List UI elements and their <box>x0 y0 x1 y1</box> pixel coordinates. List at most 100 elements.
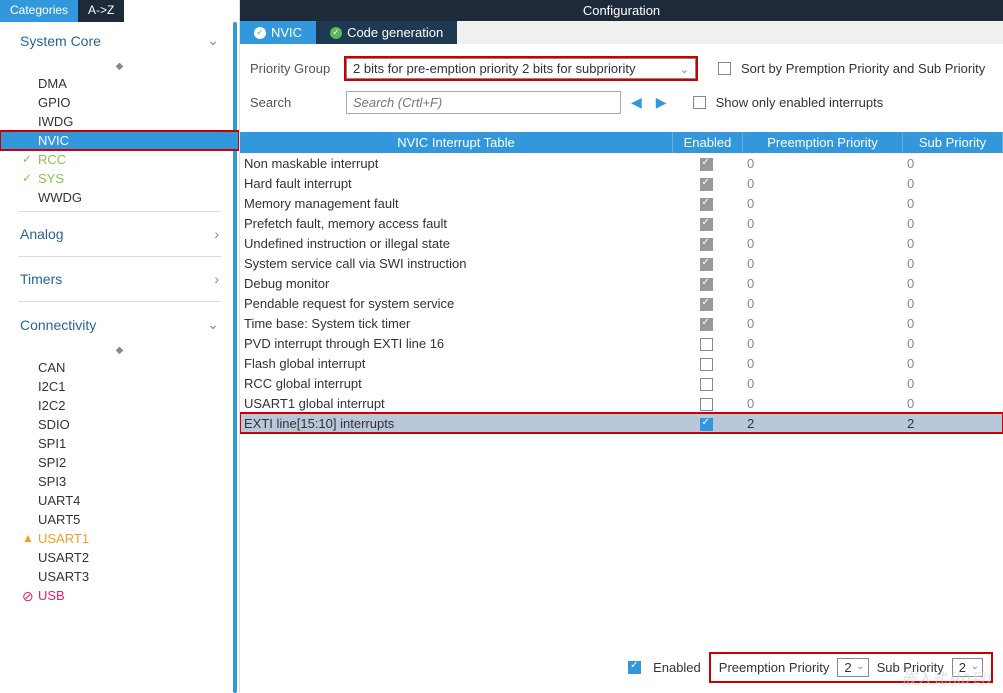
search-prev-icon[interactable]: ◀ <box>627 94 646 111</box>
table-row[interactable]: Prefetch fault, memory access fault00 <box>240 213 1003 233</box>
sidebar-item-usart2[interactable]: USART2 <box>0 548 239 567</box>
sidebar-item-i2c2[interactable]: I2C2 <box>0 396 239 415</box>
row-enabled-checkbox[interactable] <box>700 218 713 231</box>
cell-enabled[interactable] <box>673 415 743 430</box>
cell-subpriority[interactable]: 0 <box>903 315 1003 332</box>
sidebar-item-usart1[interactable]: ▲USART1 <box>0 529 239 548</box>
th-subpriority[interactable]: Sub Priority <box>903 132 1003 153</box>
cell-enabled[interactable] <box>673 255 743 270</box>
table-row[interactable]: Non maskable interrupt00 <box>240 153 1003 173</box>
search-input[interactable] <box>346 91 621 114</box>
sidebar-item-usb[interactable]: ⊘USB <box>0 586 239 605</box>
cell-preemption[interactable]: 2 <box>743 415 903 432</box>
sidebar-item-uart4[interactable]: UART4 <box>0 491 239 510</box>
sidebar-item-can[interactable]: CAN <box>0 358 239 377</box>
table-row[interactable]: Time base: System tick timer00 <box>240 313 1003 333</box>
group-connectivity[interactable]: Connectivity ⌄ <box>0 306 239 343</box>
search-next-icon[interactable]: ▶ <box>652 94 671 111</box>
cell-preemption[interactable]: 0 <box>743 235 903 252</box>
th-name[interactable]: NVIC Interrupt Table <box>240 132 673 153</box>
cell-subpriority[interactable]: 0 <box>903 395 1003 412</box>
cell-subpriority[interactable]: 0 <box>903 335 1003 352</box>
scroll-up-icon[interactable]: ◆ <box>0 343 239 358</box>
table-row[interactable]: PVD interrupt through EXTI line 1600 <box>240 333 1003 353</box>
table-row[interactable]: Hard fault interrupt00 <box>240 173 1003 193</box>
subtab-nvic[interactable]: ✓NVIC <box>240 21 316 44</box>
row-enabled-checkbox[interactable] <box>700 198 713 211</box>
table-row[interactable]: Memory management fault00 <box>240 193 1003 213</box>
cell-subpriority[interactable]: 0 <box>903 175 1003 192</box>
sidebar-item-iwdg[interactable]: IWDG <box>0 112 239 131</box>
row-enabled-checkbox[interactable] <box>700 238 713 251</box>
group-analog[interactable]: Analog › <box>0 216 239 252</box>
sidebar-item-uart5[interactable]: UART5 <box>0 510 239 529</box>
sidebar-item-sdio[interactable]: SDIO <box>0 415 239 434</box>
cell-preemption[interactable]: 0 <box>743 375 903 392</box>
sort-checkbox[interactable] <box>718 62 731 75</box>
cell-subpriority[interactable]: 0 <box>903 295 1003 312</box>
tab-categories[interactable]: Categories <box>0 0 78 22</box>
cell-enabled[interactable] <box>673 375 743 390</box>
group-timers[interactable]: Timers › <box>0 261 239 297</box>
bottom-sp-select[interactable]: 2⌄ <box>952 658 983 677</box>
cell-enabled[interactable] <box>673 195 743 210</box>
cell-enabled[interactable] <box>673 315 743 330</box>
sidebar-item-rcc[interactable]: ✓RCC <box>0 150 239 169</box>
sidebar-item-usart3[interactable]: USART3 <box>0 567 239 586</box>
cell-subpriority[interactable]: 2 <box>903 415 1003 432</box>
table-row[interactable]: System service call via SWI instruction0… <box>240 253 1003 273</box>
row-enabled-checkbox[interactable] <box>700 258 713 271</box>
table-row[interactable]: RCC global interrupt00 <box>240 373 1003 393</box>
cell-enabled[interactable] <box>673 275 743 290</box>
cell-enabled[interactable] <box>673 235 743 250</box>
sidebar-item-spi3[interactable]: SPI3 <box>0 472 239 491</box>
row-enabled-checkbox[interactable] <box>700 398 713 411</box>
tab-a-to-z[interactable]: A->Z <box>78 0 124 22</box>
cell-preemption[interactable]: 0 <box>743 215 903 232</box>
subtab-code-generation[interactable]: ✓Code generation <box>316 21 457 44</box>
sidebar-item-nvic[interactable]: NVIC <box>0 131 239 150</box>
cell-subpriority[interactable]: 0 <box>903 375 1003 392</box>
cell-enabled[interactable] <box>673 335 743 350</box>
row-enabled-checkbox[interactable] <box>700 358 713 371</box>
cell-preemption[interactable]: 0 <box>743 395 903 412</box>
table-row[interactable]: Undefined instruction or illegal state00 <box>240 233 1003 253</box>
group-system-core[interactable]: System Core ⌄ <box>0 22 239 59</box>
priority-group-select[interactable]: 2 bits for pre-emption priority 2 bits f… <box>346 58 696 79</box>
cell-subpriority[interactable]: 0 <box>903 255 1003 272</box>
scroll-up-icon[interactable]: ◆ <box>0 59 239 74</box>
cell-enabled[interactable] <box>673 355 743 370</box>
cell-preemption[interactable]: 0 <box>743 275 903 292</box>
row-enabled-checkbox[interactable] <box>700 298 713 311</box>
sidebar-item-spi1[interactable]: SPI1 <box>0 434 239 453</box>
th-enabled[interactable]: Enabled <box>673 132 743 153</box>
cell-preemption[interactable]: 0 <box>743 195 903 212</box>
cell-subpriority[interactable]: 0 <box>903 155 1003 172</box>
cell-subpriority[interactable]: 0 <box>903 235 1003 252</box>
cell-enabled[interactable] <box>673 155 743 170</box>
table-row[interactable]: Flash global interrupt00 <box>240 353 1003 373</box>
cell-preemption[interactable]: 0 <box>743 295 903 312</box>
sidebar-item-wwdg[interactable]: WWDG <box>0 188 239 207</box>
cell-subpriority[interactable]: 0 <box>903 275 1003 292</box>
sidebar-item-dma[interactable]: DMA <box>0 74 239 93</box>
cell-preemption[interactable]: 0 <box>743 335 903 352</box>
sidebar-item-i2c1[interactable]: I2C1 <box>0 377 239 396</box>
cell-subpriority[interactable]: 0 <box>903 355 1003 372</box>
cell-enabled[interactable] <box>673 175 743 190</box>
row-enabled-checkbox[interactable] <box>700 318 713 331</box>
cell-enabled[interactable] <box>673 215 743 230</box>
bottom-enabled-checkbox[interactable] <box>628 661 641 674</box>
bottom-pp-select[interactable]: 2⌄ <box>837 658 868 677</box>
table-row[interactable]: USART1 global interrupt00 <box>240 393 1003 413</box>
table-row[interactable]: Pendable request for system service00 <box>240 293 1003 313</box>
row-enabled-checkbox[interactable] <box>700 338 713 351</box>
cell-enabled[interactable] <box>673 395 743 410</box>
row-enabled-checkbox[interactable] <box>700 158 713 171</box>
table-row[interactable]: EXTI line[15:10] interrupts22 <box>240 413 1003 433</box>
cell-preemption[interactable]: 0 <box>743 355 903 372</box>
cell-preemption[interactable]: 0 <box>743 175 903 192</box>
cell-preemption[interactable]: 0 <box>743 255 903 272</box>
cell-preemption[interactable]: 0 <box>743 155 903 172</box>
sidebar-item-spi2[interactable]: SPI2 <box>0 453 239 472</box>
